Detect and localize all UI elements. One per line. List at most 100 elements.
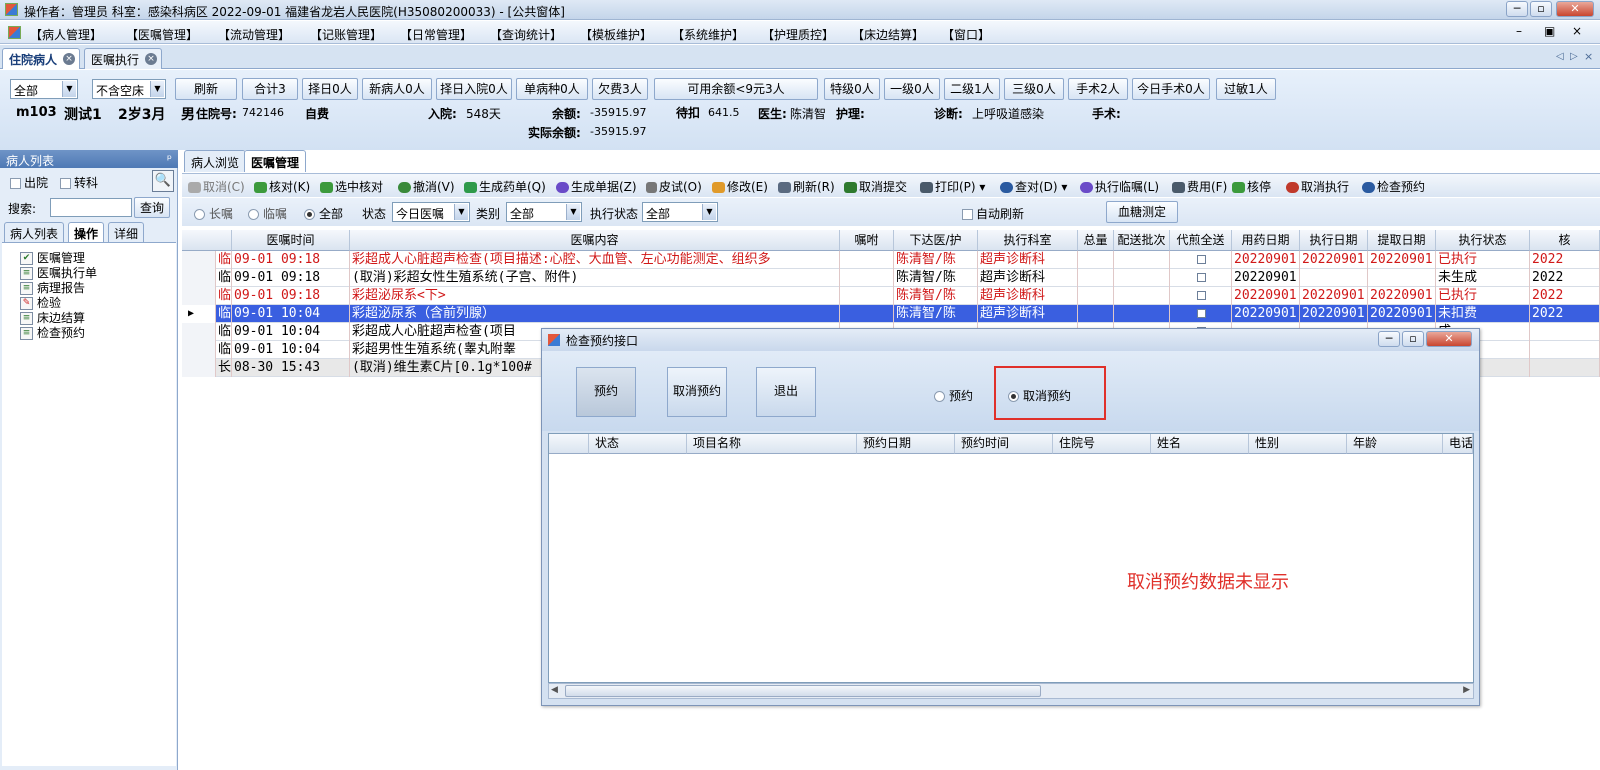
- tab-order-execution[interactable]: 医嘱执行 ×: [84, 48, 163, 69]
- scope-select[interactable]: 全部 ▼: [10, 79, 78, 99]
- mdi-minimize-icon[interactable]: –: [1516, 24, 1522, 38]
- row-pointer-icon[interactable]: ▶: [182, 305, 216, 323]
- col-check[interactable]: 核: [1530, 230, 1600, 251]
- menu-orders[interactable]: 【医嘱管理】: [126, 26, 198, 43]
- col-instruction[interactable]: 嘱咐: [840, 230, 894, 251]
- discharged-checkbox[interactable]: 出院: [10, 174, 48, 191]
- row-header[interactable]: [182, 287, 216, 305]
- tab-order-management[interactable]: 医嘱管理: [244, 150, 307, 172]
- col-exec-dept[interactable]: 执行科室: [978, 230, 1078, 251]
- print-tool[interactable]: 打印(P) ▾: [920, 178, 985, 195]
- fees-tool[interactable]: 费用(F): [1172, 178, 1227, 195]
- close-button[interactable]: ✕: [1556, 1, 1594, 17]
- special-care-button[interactable]: 特级0人: [824, 78, 880, 100]
- col-name[interactable]: 姓名: [1151, 434, 1249, 454]
- care-level1-button[interactable]: 一级0人: [884, 78, 940, 100]
- skin-test-tool[interactable]: 皮试(O): [646, 178, 702, 195]
- radio-temporary[interactable]: 临嘱: [248, 205, 287, 222]
- close-tab-icon[interactable]: ×: [145, 53, 158, 65]
- check-tool[interactable]: 核对(K): [254, 178, 310, 195]
- tab-details[interactable]: 详细: [108, 222, 145, 242]
- generate-document-tool[interactable]: 生成单据(Z): [556, 178, 637, 195]
- refresh-tool[interactable]: 刷新(R): [778, 178, 835, 195]
- col-quantity[interactable]: 总量: [1078, 230, 1114, 251]
- tab-close-all-icon[interactable]: ×: [1584, 50, 1593, 63]
- col-inpatient-no[interactable]: 住院号: [1053, 434, 1151, 454]
- tab-scroll-right-icon[interactable]: ▷: [1570, 51, 1578, 62]
- mdi-restore-icon[interactable]: ▣: [1544, 24, 1555, 38]
- lookup-tool[interactable]: 查对(D) ▾: [1000, 178, 1067, 195]
- row-header[interactable]: [182, 323, 216, 341]
- menu-window[interactable]: 【窗口】: [942, 26, 990, 43]
- col-booking-time[interactable]: 预约时间: [955, 434, 1053, 454]
- decoction-checkbox[interactable]: [1197, 309, 1206, 318]
- tab-inpatients[interactable]: 住院病人 ×: [2, 48, 81, 69]
- cancel-execution-tool[interactable]: 取消执行: [1286, 178, 1349, 195]
- col-order-content[interactable]: 医嘱内容: [350, 230, 840, 251]
- decoction-checkbox[interactable]: [1197, 291, 1206, 300]
- col-doctor-nurse[interactable]: 下达医/护: [894, 230, 978, 251]
- exit-button[interactable]: 退出: [756, 367, 816, 417]
- menu-daily[interactable]: 【日常管理】: [400, 26, 472, 43]
- cancel-tool[interactable]: 取消(C): [188, 178, 245, 195]
- single-disease-button[interactable]: 单病种0人: [516, 78, 588, 100]
- tab-operations[interactable]: 操作: [68, 222, 105, 242]
- dialog-close-button[interactable]: ✕: [1426, 331, 1472, 347]
- pin-icon[interactable]: ᵖ: [167, 152, 172, 166]
- menu-flow[interactable]: 【流动管理】: [218, 26, 290, 43]
- tab-scroll-left-icon[interactable]: ◁: [1556, 51, 1564, 62]
- table-row[interactable]: 临 09-01 09:18 彩超成人心脏超声检查(项目描述:心腔、大血管、左心功能测…: [182, 251, 1600, 269]
- menu-billing[interactable]: 【记账管理】: [310, 26, 382, 43]
- close-tab-icon[interactable]: ×: [63, 53, 76, 65]
- bed-select[interactable]: 不含空床 ▼: [92, 79, 166, 99]
- revoke-tool[interactable]: 撤消(V): [398, 178, 455, 195]
- cancel-booking-button[interactable]: 取消预约: [667, 367, 727, 417]
- col-delivery-batch[interactable]: 配送批次: [1114, 230, 1170, 251]
- decoction-checkbox[interactable]: [1197, 273, 1206, 282]
- col-item-name[interactable]: 项目名称: [687, 434, 857, 454]
- total-button[interactable]: 合计3: [242, 78, 298, 100]
- minimize-button[interactable]: ─: [1506, 1, 1528, 17]
- menu-system[interactable]: 【系统维护】: [672, 26, 744, 43]
- care-level3-button[interactable]: 三级0人: [1004, 78, 1064, 100]
- row-header[interactable]: [182, 251, 216, 269]
- col-status[interactable]: 状态: [589, 434, 687, 454]
- col-use-date[interactable]: 用药日期: [1232, 230, 1300, 251]
- allergy-button[interactable]: 过敏1人: [1216, 78, 1276, 100]
- arrears-button[interactable]: 欠费3人: [592, 78, 648, 100]
- category-select[interactable]: 全部 ▼: [506, 202, 582, 222]
- generate-drug-list-tool[interactable]: 生成药单(Q): [464, 178, 546, 195]
- exec-status-select[interactable]: 全部 ▼: [642, 202, 718, 222]
- col-exec-status[interactable]: 执行状态: [1436, 230, 1530, 251]
- col-age[interactable]: 年龄: [1347, 434, 1443, 454]
- transfer-checkbox[interactable]: 转科: [60, 174, 98, 191]
- glucose-button[interactable]: 血糖测定: [1106, 201, 1178, 223]
- exam-booking-tool[interactable]: 检查预约: [1362, 178, 1425, 195]
- horizontal-scrollbar[interactable]: ◀ ▶: [548, 683, 1474, 699]
- menu-template[interactable]: 【模板维护】: [580, 26, 652, 43]
- search-icon[interactable]: 🔍: [152, 170, 174, 192]
- row-header[interactable]: [182, 269, 216, 287]
- scrollbar-thumb[interactable]: [565, 685, 1041, 697]
- menu-patient[interactable]: 【病人管理】: [30, 26, 102, 43]
- book-button[interactable]: 预约: [576, 367, 636, 417]
- maximize-button[interactable]: ▫: [1530, 1, 1552, 17]
- radio-cancel-booking[interactable]: 取消预约: [1008, 387, 1071, 404]
- table-row[interactable]: ▶ 临 09-01 10:04 彩超泌尿系（含前列腺） 陈清智/陈 超声诊断科 202209…: [182, 305, 1600, 323]
- col-phone[interactable]: 电话: [1443, 434, 1473, 454]
- row-header[interactable]: [182, 341, 216, 359]
- table-row[interactable]: 临 09-01 09:18 彩超泌尿系<下> 陈清智/陈 超声诊断科 20220901 20…: [182, 287, 1600, 305]
- col-decoction[interactable]: 代煎全送: [1170, 230, 1232, 251]
- dialog-minimize-button[interactable]: ─: [1378, 331, 1400, 347]
- dialog-maximize-button[interactable]: ▫: [1402, 331, 1424, 347]
- menu-nursing[interactable]: 【护理质控】: [762, 26, 834, 43]
- status-select[interactable]: 今日医嘱 ▼: [392, 202, 470, 222]
- check-selected-tool[interactable]: 选中核对: [320, 178, 383, 195]
- new-patient-button[interactable]: 新病人0人: [362, 78, 432, 100]
- col-order-time[interactable]: 医嘱时间: [232, 230, 350, 251]
- scheduled-admission-button[interactable]: 择日入院0人: [436, 78, 512, 100]
- col-booking-date[interactable]: 预约日期: [857, 434, 955, 454]
- execute-temporary-tool[interactable]: 执行临嘱(L): [1080, 178, 1159, 195]
- radio-all[interactable]: 全部: [304, 205, 343, 222]
- care-level2-button[interactable]: 二级1人: [944, 78, 1000, 100]
